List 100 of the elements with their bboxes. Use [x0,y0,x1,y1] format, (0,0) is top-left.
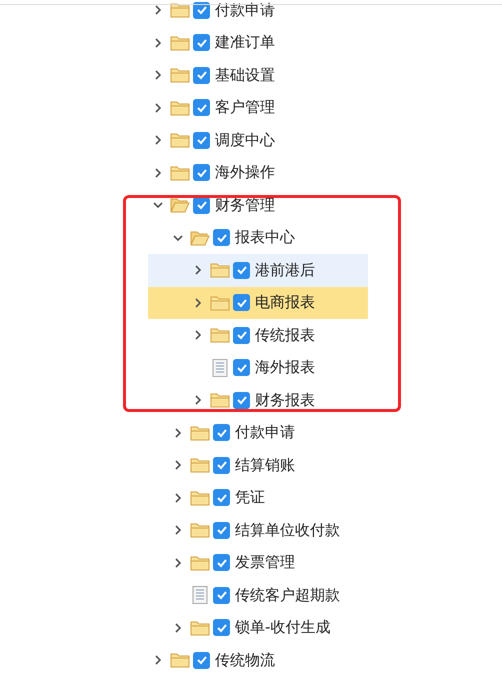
checkbox[interactable] [213,456,230,474]
checkbox[interactable] [193,132,210,149]
checkmark-icon [196,166,208,179]
chevron-right-icon[interactable] [153,168,163,178]
tree-item[interactable]: 港前港后 [148,254,368,286]
chevron-down-icon[interactable] [153,200,163,210]
chevron-right-icon[interactable] [153,102,163,113]
checkmark-icon [216,556,228,569]
tree-item[interactable]: 电商报表 [148,286,368,319]
tree-item[interactable]: 报表中心 [128,222,348,254]
tree-item[interactable]: 财务管理 [108,189,328,222]
chevron-right-icon[interactable] [173,460,183,470]
chevron-right-icon[interactable] [173,558,183,568]
tree-item[interactable]: 传统客户超期款 [128,579,348,612]
checkmark-icon [216,589,228,602]
tree-label: 锁单-收付生成 [235,618,330,638]
chevron-right-icon[interactable] [153,70,163,80]
tree-label: 海外操作 [215,163,275,182]
tree-item[interactable]: 凭证 [128,482,348,514]
tree-item[interactable]: 客户管理 [108,92,328,124]
open-folder-icon [190,230,210,246]
folder-icon [170,164,190,181]
tree-item[interactable]: 发票管理 [128,546,348,579]
checkmark-icon [236,394,248,406]
checkbox[interactable] [213,619,230,636]
checkmark-icon [196,69,208,82]
tree-item[interactable]: 传统物流 [108,644,328,676]
checkmark-icon [196,102,208,114]
open-folder-icon [170,197,190,214]
tree-item[interactable]: 基础设置 [108,59,328,92]
checkbox[interactable] [233,294,250,312]
folder-icon [210,327,230,344]
checkbox[interactable] [213,489,230,506]
folder-icon [190,620,210,636]
checkmark-icon [196,199,208,212]
folder-icon [210,294,230,311]
checkbox[interactable] [193,66,210,84]
chevron-right-icon[interactable] [193,330,203,340]
tree-label: 结算销账 [235,456,295,475]
checkbox[interactable] [233,262,250,279]
tree-item[interactable]: 结算单位收付款 [128,514,348,546]
chevron-right-icon[interactable] [173,622,183,633]
checkmark-icon [236,264,248,276]
chevron-right-icon[interactable] [173,525,183,536]
checkbox[interactable] [233,326,250,344]
tree-label: 电商报表 [255,293,315,312]
checkmark-icon [216,232,228,244]
folder-icon [190,522,210,538]
tree-item[interactable]: 海外报表 [148,352,368,384]
chevron-right-icon[interactable] [193,395,203,406]
tree-item[interactable]: 建准订单 [108,26,328,59]
checkbox[interactable] [213,522,230,539]
tree-item[interactable]: 锁单-收付生成 [128,612,348,644]
checkbox[interactable] [213,554,230,572]
chevron-right-icon[interactable] [193,265,203,276]
chevron-right-icon[interactable] [153,655,163,666]
checkmark-icon [196,134,208,146]
checkmark-icon [216,426,228,439]
tree-item[interactable]: 海外操作 [108,156,328,189]
tree-item[interactable]: 结算销账 [128,449,348,482]
tree-label: 凭证 [235,488,265,508]
tree-label: 传统物流 [215,650,275,670]
checkbox[interactable] [213,424,230,442]
folder-icon [170,100,190,116]
tree-label: 结算单位收付款 [235,520,340,540]
checkmark-icon [196,36,208,49]
tree-label: 客户管理 [215,98,275,118]
tree-label: 付款申请 [235,423,295,442]
checkmark-icon [216,459,228,472]
tree-label: 港前港后 [255,260,315,280]
checkmark-icon [196,4,208,16]
checkmark-icon [216,524,228,536]
chevron-right-icon[interactable] [153,5,163,16]
tree-label: 调度中心 [215,130,275,150]
tree-item[interactable]: 调度中心 [108,124,328,156]
checkbox[interactable] [233,392,250,409]
checkbox[interactable] [193,164,210,182]
chevron-right-icon[interactable] [153,135,163,146]
tree-item[interactable]: 传统报表 [148,319,368,352]
checkbox[interactable] [193,34,210,52]
tree-item[interactable]: 付款申请 [128,416,348,449]
chevron-right-icon[interactable] [173,492,183,503]
checkbox[interactable] [233,359,250,376]
checkbox[interactable] [213,586,230,604]
tree-item[interactable]: 财务报表 [148,384,368,416]
chevron-right-icon[interactable] [173,428,183,438]
chevron-down-icon[interactable] [173,232,183,243]
checkmark-icon [196,654,208,666]
checkmark-icon [236,296,248,309]
checkbox[interactable] [193,652,210,669]
chevron-right-icon[interactable] [153,38,163,48]
chevron-right-icon[interactable] [193,298,203,308]
checkmark-icon [236,362,248,374]
tree-label: 传统客户超期款 [235,586,340,605]
folder-icon [190,554,210,571]
tree-label: 财务管理 [215,196,275,215]
checkbox[interactable] [193,2,210,19]
checkbox[interactable] [193,99,210,116]
checkbox[interactable] [213,229,230,246]
document-icon [190,586,210,604]
